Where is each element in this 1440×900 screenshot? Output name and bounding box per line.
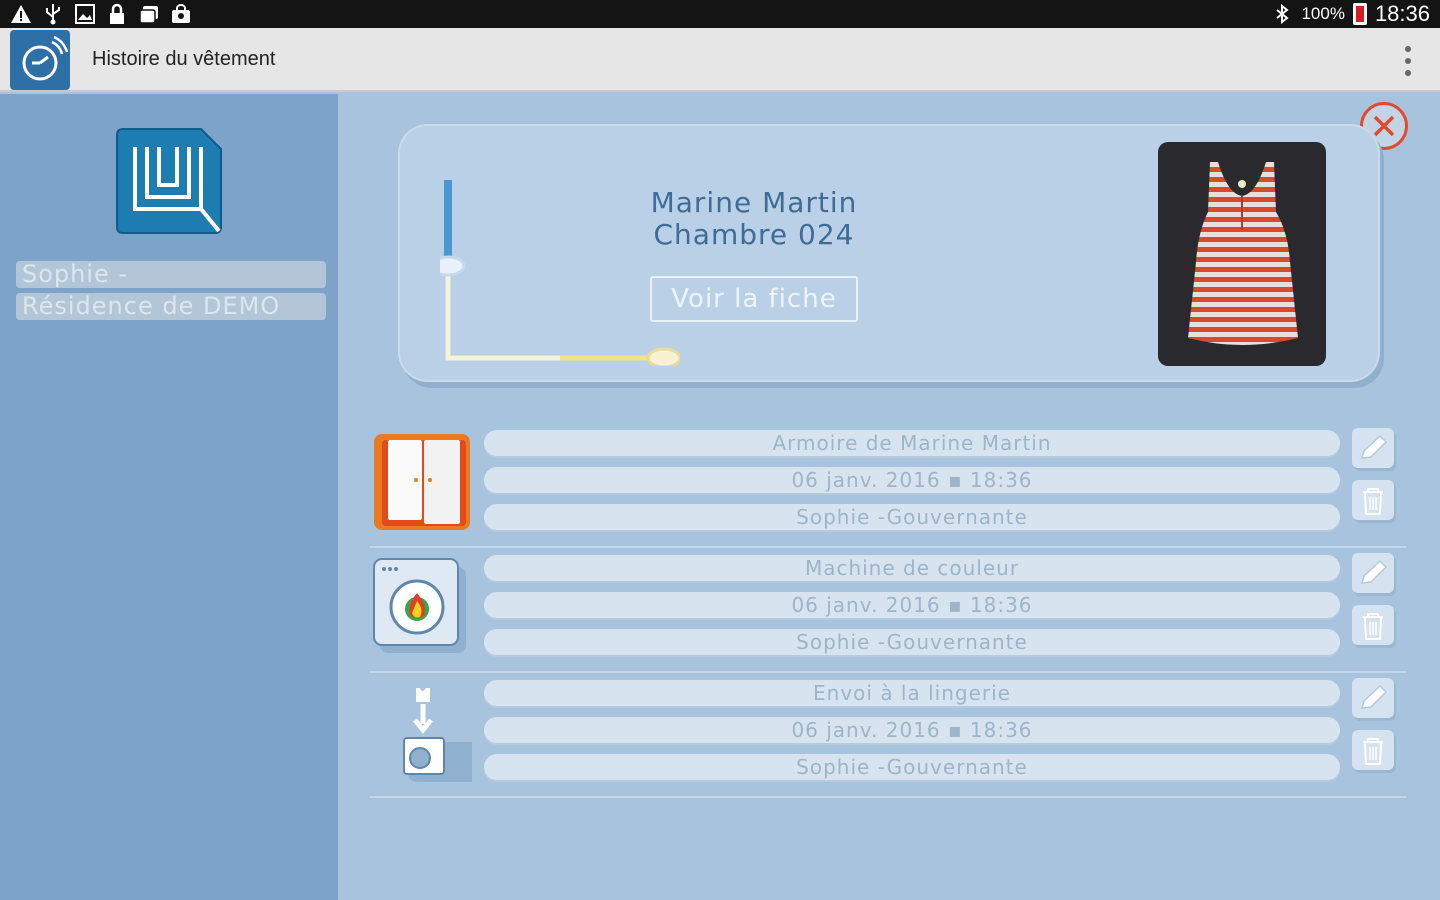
delete-button[interactable] — [1352, 730, 1394, 770]
edit-button[interactable] — [1352, 428, 1394, 468]
row-divider — [370, 546, 1406, 548]
main-content: Marine Martin Chambre 024 Voir la fiche — [338, 94, 1440, 900]
trash-icon — [1363, 613, 1383, 640]
history-row: Machine de couleur 06 janv. 2016 ▪ 18:36… — [370, 553, 1406, 673]
trash-icon — [1363, 738, 1383, 765]
edit-button[interactable] — [1352, 553, 1394, 593]
pencil-icon — [1360, 559, 1388, 584]
notification-icons — [10, 3, 192, 25]
history-datetime: 06 janv. 2016 ▪ 18:36 — [484, 592, 1340, 618]
battery-icon — [1352, 3, 1367, 25]
history-location: Machine de couleur — [484, 555, 1340, 581]
garment-photo — [1158, 142, 1326, 366]
page-title: Histoire du vêtement — [92, 48, 276, 70]
edit-button[interactable] — [1352, 678, 1394, 718]
delete-button[interactable] — [1352, 480, 1394, 520]
bluetooth-icon — [1276, 3, 1290, 25]
stopwatch-icon — [22, 35, 69, 81]
overflow-menu-icon[interactable] — [1402, 46, 1414, 76]
history-row: Envoi à la lingerie 06 janv. 2016 ▪ 18:3… — [370, 678, 1406, 798]
row-divider — [370, 671, 1406, 673]
history-datetime: 06 janv. 2016 ▪ 18:36 — [484, 717, 1340, 743]
delete-button[interactable] — [1352, 605, 1394, 645]
lock-icon — [110, 3, 124, 24]
washing-machine-icon — [373, 558, 466, 653]
owner-name: Marine Martin — [650, 186, 858, 219]
app-icon[interactable] — [10, 30, 70, 90]
sidebar: Sophie - Résidence de DEMO — [0, 94, 338, 900]
usb-icon — [46, 4, 60, 25]
garment-card: Marine Martin Chambre 024 Voir la fiche — [398, 124, 1380, 382]
shop-icon — [172, 4, 190, 23]
history-user: Sophie -Gouvernante — [484, 629, 1340, 655]
clock: 18:36 — [1374, 1, 1430, 26]
view-sheet-button[interactable]: Voir la fiche — [650, 276, 858, 322]
owner-room: Chambre 024 — [653, 218, 855, 251]
history-location: Envoi à la lingerie — [484, 680, 1340, 706]
laundry-transfer-icon — [403, 688, 472, 782]
pencil-icon — [1360, 684, 1388, 709]
history-datetime: 06 janv. 2016 ▪ 18:36 — [484, 467, 1340, 493]
history-user: Sophie -Gouvernante — [484, 754, 1340, 780]
image-icon — [75, 4, 95, 24]
warning-icon — [11, 5, 31, 23]
history-location: Armoire de Marine Martin — [484, 430, 1340, 456]
wardrobe-icon — [374, 434, 470, 530]
history-row: Armoire de Marine Martin 06 janv. 2016 ▪… — [370, 428, 1406, 548]
app-logo — [116, 128, 222, 234]
residence-label: Résidence de DEMO — [16, 293, 326, 320]
battery-percent: 100% — [1301, 4, 1345, 23]
row-divider — [370, 796, 1406, 798]
photos-icon — [139, 6, 158, 24]
history-user: Sophie -Gouvernante — [484, 504, 1340, 530]
action-bar: Histoire du vêtement — [0, 28, 1440, 92]
pencil-icon — [1360, 434, 1388, 459]
status-bar: 100% 18:36 — [0, 0, 1440, 28]
user-name-label: Sophie - — [16, 261, 326, 288]
trash-icon — [1363, 488, 1383, 515]
